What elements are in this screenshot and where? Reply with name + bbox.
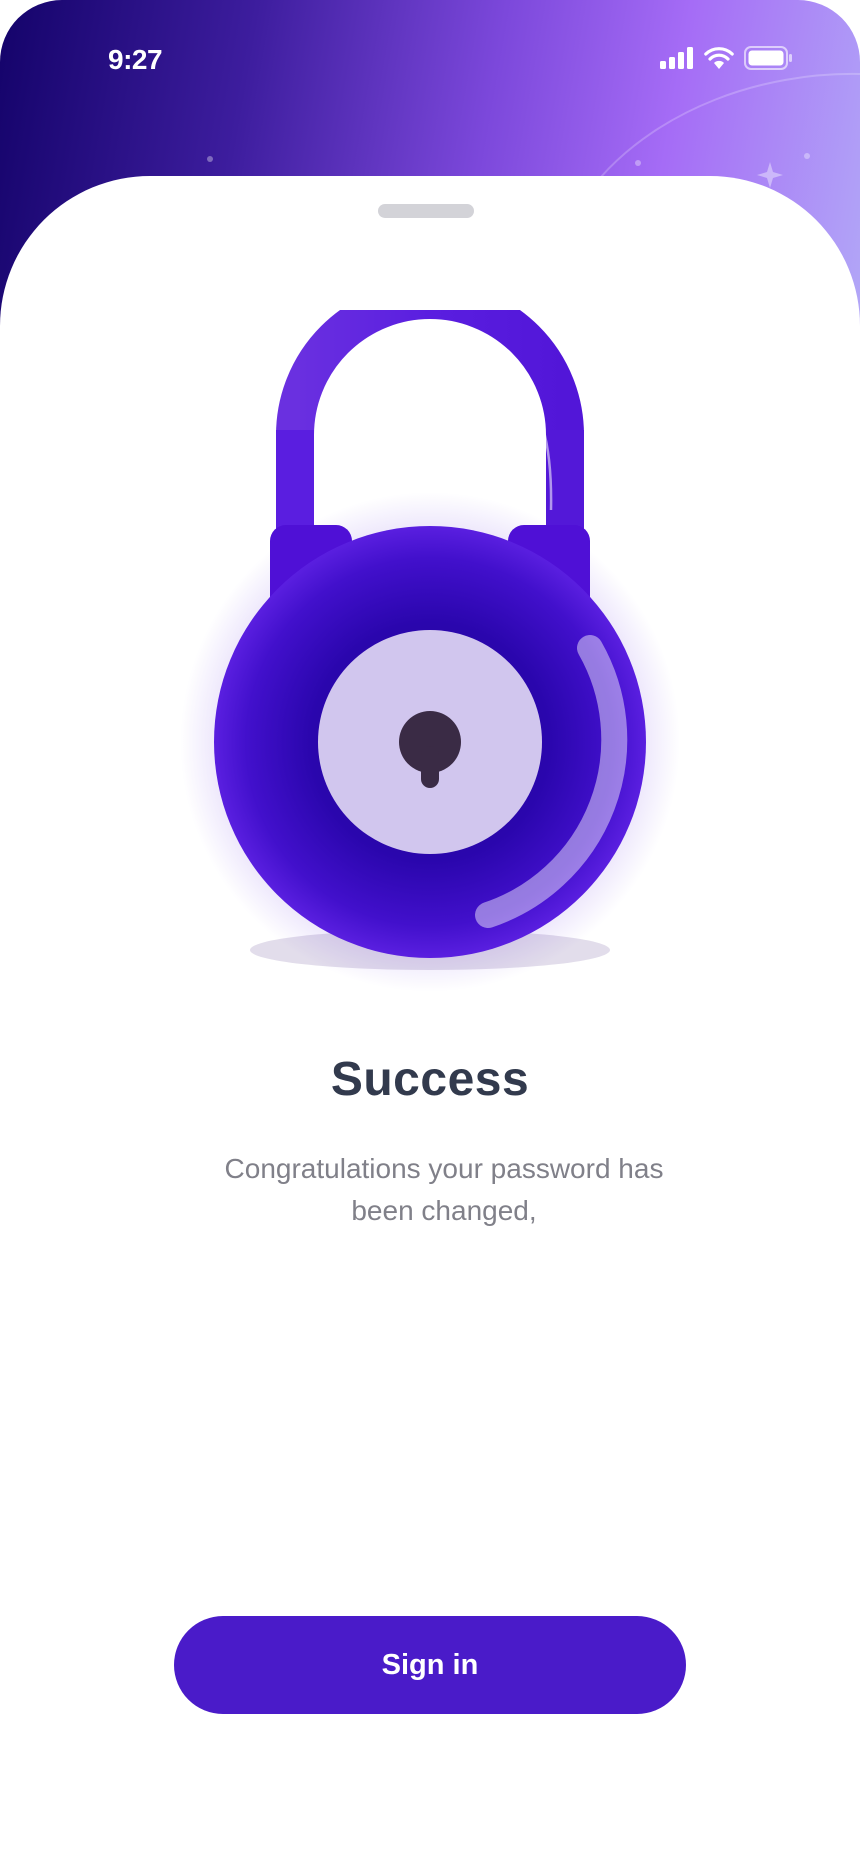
padlock-icon [180,281,680,1010]
wifi-icon [704,47,734,69]
signal-icon [660,47,694,69]
status-icons [660,46,792,70]
sign-in-button[interactable]: Sign in [174,1616,686,1714]
success-message: Congratulations your password has been c… [224,1153,664,1226]
battery-icon [744,46,792,70]
status-time: 9:27 [108,44,163,75]
status-bar: 9:27 [0,0,860,120]
sheet-grab-handle[interactable] [378,204,474,218]
success-title: Success [330,1053,530,1106]
phone-screen: 9:27 Success Congratulations your passwo… [0,0,860,1860]
